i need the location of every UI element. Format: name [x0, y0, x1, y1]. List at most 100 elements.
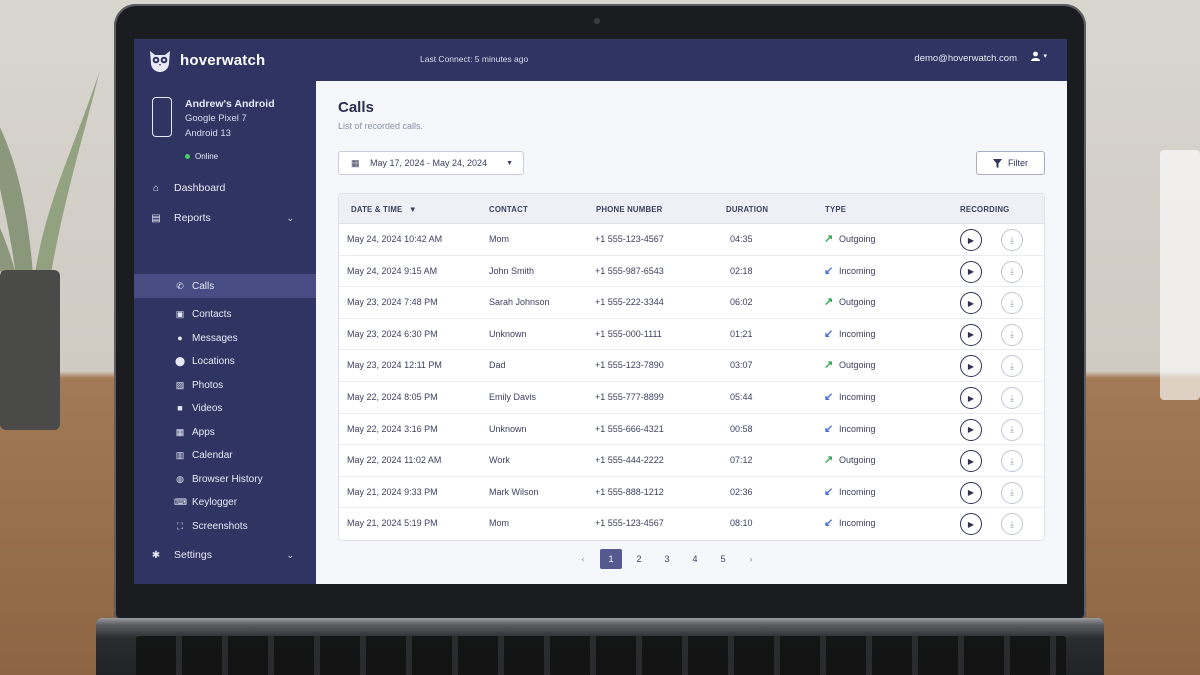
call-duration: 00:58: [730, 423, 753, 434]
table-row[interactable]: May 23, 2024 12:11 PM Dad +1 555-123-7890 0…: [339, 350, 1044, 382]
play-recording-button[interactable]: ▶: [960, 229, 982, 251]
call-datetime: May 21, 2024 9:33 PM: [347, 487, 438, 497]
download-recording-button[interactable]: ⤓: [1001, 387, 1023, 409]
chevron-down-icon: ▾: [1043, 53, 1047, 60]
table-row[interactable]: May 22, 2024 3:16 PM Unknown +1 555-666-43…: [339, 414, 1044, 446]
laptop-keyboard-deck: [96, 618, 1104, 675]
call-date: May 21, 2024: [347, 518, 402, 529]
incoming-arrow-icon: ↙: [824, 517, 834, 530]
sidebar-item-photos[interactable]: ▨ Photos: [134, 373, 316, 397]
play-recording-button[interactable]: ▶: [960, 292, 982, 315]
user-menu-button[interactable]: ▾: [1031, 51, 1047, 61]
filter-label: Filter: [1008, 158, 1028, 168]
prev-page-button[interactable]: ‹: [572, 549, 594, 569]
call-duration: 01:21: [730, 328, 753, 339]
table-row[interactable]: May 22, 2024 8:05 PM Emily Davis +1 555-77…: [339, 382, 1044, 414]
table-row[interactable]: May 24, 2024 10:42 AM Mom +1 555-123-4567 0…: [339, 224, 1044, 256]
sidebar-item-browser-history[interactable]: ◍ Browser History: [134, 467, 316, 491]
call-contact: Mark Wilson: [489, 486, 539, 497]
download-recording-button[interactable]: ⤓: [1001, 292, 1023, 315]
map-pin-icon: ⬤: [174, 355, 186, 366]
play-recording-button[interactable]: ▶: [960, 355, 982, 378]
sidebar-item-keylogger[interactable]: ⌨ Keylogger: [134, 490, 316, 514]
sidebar-item-contacts[interactable]: ▣ Contacts: [134, 302, 316, 326]
play-recording-button[interactable]: ▶: [960, 450, 982, 473]
call-contact: Dad: [489, 360, 506, 371]
call-duration: 04:35: [730, 234, 753, 244]
page-button-2[interactable]: 2: [628, 549, 650, 569]
download-icon: ⤓: [1010, 234, 1014, 245]
webcam: [594, 18, 600, 24]
call-datetime: May 23, 2024 6:30 PM: [347, 329, 438, 339]
sidebar-item-label: Videos: [192, 402, 223, 414]
table-row[interactable]: May 23, 2024 7:48 PM Sarah Johnson +1 555-…: [339, 287, 1044, 319]
column-header-recording: RECORDING: [960, 205, 1010, 214]
outgoing-arrow-icon: ↗: [824, 359, 834, 372]
call-time: 6:30 PM: [404, 328, 438, 339]
table-row[interactable]: May 21, 2024 5:19 PM Mom +1 555-123-4567 08…: [339, 508, 1044, 540]
call-datetime: May 21, 2024 5:19 PM: [347, 518, 438, 528]
call-time: 5:19 PM: [404, 518, 438, 529]
page-button-1[interactable]: 1: [600, 549, 622, 569]
next-page-button[interactable]: ›: [740, 549, 762, 569]
sidebar-item-calendar[interactable]: ▥ Calendar: [134, 443, 316, 467]
play-recording-button[interactable]: ▶: [960, 387, 982, 409]
table-row[interactable]: May 23, 2024 6:30 PM Unknown +1 555-000-11…: [339, 319, 1044, 351]
play-recording-button[interactable]: ▶: [960, 418, 982, 441]
column-header-contact: CONTACT: [489, 205, 528, 214]
download-recording-button[interactable]: ⤓: [1001, 481, 1023, 504]
user-email[interactable]: demo@hoverwatch.com: [914, 53, 1017, 64]
table-row[interactable]: May 21, 2024 9:33 PM Mark Wilson +1 555-88…: [339, 477, 1044, 509]
play-recording-button[interactable]: ▶: [960, 260, 982, 283]
download-recording-button[interactable]: ⤓: [1001, 323, 1023, 346]
play-recording-button[interactable]: ▶: [960, 513, 982, 536]
table-row[interactable]: May 24, 2024 9:15 AM John Smith +1 555-987…: [339, 256, 1044, 288]
sidebar-item-settings[interactable]: ✱ Settings ⌄: [134, 542, 316, 568]
date-range-picker[interactable]: ▦ May 17, 2024 - May 24, 2024 ▼: [338, 151, 524, 175]
phone-call-icon: ✆: [176, 280, 184, 291]
download-recording-button[interactable]: ⤓: [1001, 513, 1023, 536]
phone-icon: [152, 97, 172, 137]
page-button-5[interactable]: 5: [712, 549, 734, 569]
sidebar-item-videos[interactable]: ■ Videos: [134, 396, 316, 420]
sidebar-item-apps[interactable]: ▦ Apps: [134, 420, 316, 444]
call-datetime: May 22, 2024 8:05 PM: [347, 392, 438, 402]
sidebar-item-reports[interactable]: ▤ Reports ⌄: [134, 205, 316, 231]
sidebar-item-messages[interactable]: ● Messages: [134, 326, 316, 350]
call-duration: 02:36: [730, 486, 753, 497]
chevron-down-icon: ⌄: [286, 549, 294, 560]
outgoing-arrow-icon: ↗: [824, 296, 834, 309]
owl-logo-icon: [150, 51, 170, 72]
sidebar-item-dashboard[interactable]: ⌂ Dashboard: [134, 175, 316, 201]
download-recording-button[interactable]: ⤓: [1001, 260, 1023, 283]
download-icon: ⤓: [1010, 518, 1014, 529]
call-date: May 23, 2024: [347, 297, 402, 308]
play-recording-button[interactable]: ▶: [960, 481, 982, 504]
download-recording-button[interactable]: ⤓: [1001, 418, 1023, 441]
sidebar-item-label: Screenshots: [192, 520, 248, 532]
download-recording-button[interactable]: ⤓: [1001, 229, 1023, 251]
download-icon: ⤓: [1010, 424, 1014, 435]
page-button-3[interactable]: 3: [656, 549, 678, 569]
sidebar-item-locations[interactable]: ⬤ Locations: [134, 349, 316, 373]
sidebar-item-calls[interactable]: ✆ Calls: [134, 274, 316, 298]
play-icon: ▶: [967, 330, 975, 340]
filter-button[interactable]: Filter: [976, 151, 1045, 175]
play-icon: ▶: [967, 235, 975, 245]
incoming-arrow-icon: ↙: [824, 264, 834, 277]
contacts-icon: ▣: [175, 308, 185, 319]
call-contact: Mom: [489, 518, 509, 529]
page-button-4[interactable]: 4: [684, 549, 706, 569]
background-plant: [0, 10, 120, 310]
download-recording-button[interactable]: ⤓: [1001, 450, 1023, 473]
table-row[interactable]: May 22, 2024 11:02 AM Work +1 555-444-2222…: [339, 445, 1044, 477]
call-contact: Unknown: [489, 423, 527, 434]
column-header-datetime[interactable]: DATE & TIME ▼: [351, 205, 417, 214]
play-recording-button[interactable]: ▶: [960, 323, 982, 346]
call-phone: +1 555-123-4567: [595, 518, 664, 529]
sidebar-item-screenshots[interactable]: ⛶ Screenshots: [134, 514, 316, 538]
download-recording-button[interactable]: ⤓: [1001, 355, 1023, 378]
page-title: Calls: [338, 99, 374, 116]
play-icon: ▶: [967, 393, 975, 403]
brand-logo[interactable]: hoverwatch: [148, 47, 265, 73]
